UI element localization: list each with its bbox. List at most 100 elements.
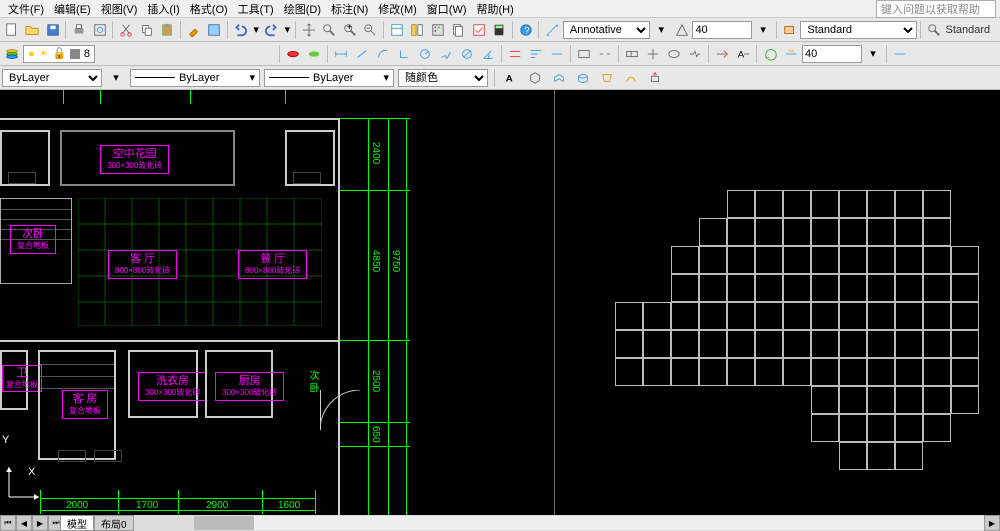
help-search-input[interactable]: 键入问题以获取帮助 [876, 0, 996, 18]
viewport-right[interactable] [555, 90, 1000, 531]
menu-format[interactable]: 格式(O) [186, 0, 232, 18]
annot-scale-icon[interactable] [542, 20, 561, 40]
zoom-prev-icon[interactable] [361, 20, 380, 40]
text-style-icon[interactable] [780, 20, 799, 40]
menu-insert[interactable]: 插入(I) [143, 0, 183, 18]
undo-icon[interactable] [231, 20, 250, 40]
scroll-right-end-icon[interactable]: ▶ [984, 515, 1000, 531]
scale1-dropdown-icon[interactable]: ▾ [753, 20, 772, 40]
open-icon[interactable] [22, 20, 41, 40]
pan-icon[interactable] [299, 20, 318, 40]
dim-break-icon[interactable] [595, 44, 615, 64]
center-mark-icon[interactable] [643, 44, 663, 64]
copy-icon[interactable] [137, 20, 156, 40]
dimedit-icon[interactable] [712, 44, 732, 64]
presspull-icon[interactable] [645, 68, 665, 88]
properties-icon[interactable] [387, 20, 406, 40]
layer-prev-icon[interactable] [283, 44, 303, 64]
dim-diameter-icon[interactable] [457, 44, 477, 64]
inspect-icon[interactable] [664, 44, 684, 64]
scrollbar-thumb[interactable] [194, 516, 254, 530]
zoom-realtime-icon[interactable] [320, 20, 339, 40]
viewport-left[interactable]: 空中花园300×300玻化砖 次卧复合地板 客 厅800×800玻化砖 餐 厅8… [0, 90, 555, 531]
dim-aligned-icon[interactable] [352, 44, 372, 64]
menu-modify[interactable]: 修改(M) [374, 0, 421, 18]
tab-layout0[interactable]: 布局0 [94, 515, 134, 531]
save-icon[interactable] [43, 20, 62, 40]
scale1-input[interactable] [692, 21, 752, 39]
scroll-right-icon[interactable]: ▶ [32, 515, 48, 531]
dim-baseline-icon[interactable] [526, 44, 546, 64]
zoom-window-icon[interactable]: + [340, 20, 359, 40]
menu-help[interactable]: 帮助(H) [473, 0, 518, 18]
qdim-icon[interactable] [505, 44, 525, 64]
menu-draw[interactable]: 绘图(D) [280, 0, 325, 18]
dim-arc-icon[interactable] [373, 44, 393, 64]
plot-style-dropdown[interactable]: 随颜色 [398, 69, 488, 87]
layer-props-icon[interactable] [2, 44, 22, 64]
horizontal-scrollbar[interactable]: ⏮ ◀ ▶ ⏭ 模型 布局0 ▶ [0, 515, 1000, 531]
annotative-dropdown[interactable]: Annotative [563, 21, 651, 39]
tolerance-icon[interactable] [622, 44, 642, 64]
layer-state-mgr-icon[interactable] [304, 44, 324, 64]
scale2-dropdown-icon[interactable]: ▾ [863, 44, 883, 64]
menu-tools[interactable]: 工具(T) [234, 0, 278, 18]
help-icon[interactable]: ? [516, 20, 535, 40]
scale2-input[interactable] [802, 45, 862, 63]
layer-state-dropdown[interactable]: ● ☀ 🔓 8 [23, 45, 95, 63]
dimstyle-icon[interactable] [781, 44, 801, 64]
match-prop-icon[interactable] [184, 20, 203, 40]
annot-vis-icon[interactable]: ▾ [651, 20, 670, 40]
menu-edit[interactable]: 编辑(E) [50, 0, 95, 18]
scroll-left-icon[interactable]: ◀ [16, 515, 32, 531]
revolve-icon[interactable] [573, 68, 593, 88]
loft-icon[interactable] [597, 68, 617, 88]
linetype-dropdown[interactable]: ByLayer ▾ [130, 69, 260, 87]
dim-ordinate-icon[interactable] [394, 44, 414, 64]
tool-palette-icon[interactable] [428, 20, 447, 40]
print-icon[interactable] [69, 20, 88, 40]
dimstyle-control-icon[interactable] [890, 44, 910, 64]
calc-icon[interactable] [490, 20, 509, 40]
text-style-dropdown[interactable]: Standard [800, 21, 917, 39]
redo-dropdown-icon[interactable]: ▾ [282, 20, 292, 40]
block-editor-icon[interactable] [204, 20, 223, 40]
scale-tool-icon[interactable] [672, 20, 691, 40]
color-dropdown-icon[interactable]: ▾ [106, 68, 126, 88]
sheet-set-icon[interactable] [449, 20, 468, 40]
markup-icon[interactable] [469, 20, 488, 40]
dim-space-icon[interactable] [574, 44, 594, 64]
paste-icon[interactable] [157, 20, 176, 40]
cut-icon[interactable] [116, 20, 135, 40]
dim-ext-line [262, 490, 263, 514]
redo-icon[interactable] [262, 20, 281, 40]
menu-file[interactable]: 文件(F) [4, 0, 48, 18]
menu-dim[interactable]: 标注(N) [327, 0, 372, 18]
scroll-first-icon[interactable]: ⏮ [0, 515, 16, 531]
menu-view[interactable]: 视图(V) [97, 0, 142, 18]
dimtedit-icon[interactable]: A [733, 44, 753, 64]
dim-jogged-icon[interactable] [436, 44, 456, 64]
new-icon[interactable] [2, 20, 21, 40]
dim-radius-icon[interactable] [415, 44, 435, 64]
svg-text:+: + [346, 23, 352, 33]
dim-linear-icon[interactable] [331, 44, 351, 64]
dim-continue-icon[interactable] [547, 44, 567, 64]
menu-window[interactable]: 窗口(W) [423, 0, 471, 18]
design-center-icon[interactable] [408, 20, 427, 40]
extrude-icon[interactable] [549, 68, 569, 88]
scrollbar-track[interactable] [194, 516, 984, 530]
box-icon[interactable] [525, 68, 545, 88]
undo-dropdown-icon[interactable]: ▾ [251, 20, 261, 40]
find-icon[interactable] [924, 20, 943, 40]
color-bylayer-dropdown[interactable]: ByLayer [2, 69, 102, 87]
dim-angular-icon[interactable] [478, 44, 498, 64]
drawing-area[interactable]: 空中花园300×300玻化砖 次卧复合地板 客 厅800×800玻化砖 餐 厅8… [0, 90, 1000, 531]
tab-model[interactable]: 模型 [60, 515, 94, 531]
plot-preview-icon[interactable] [90, 20, 109, 40]
dimstyle-update-icon[interactable] [760, 44, 780, 64]
sweep-icon[interactable] [621, 68, 641, 88]
mtext-icon[interactable]: A [501, 68, 521, 88]
lineweight-dropdown[interactable]: ByLayer ▾ [264, 69, 394, 87]
jog-line-icon[interactable] [685, 44, 705, 64]
